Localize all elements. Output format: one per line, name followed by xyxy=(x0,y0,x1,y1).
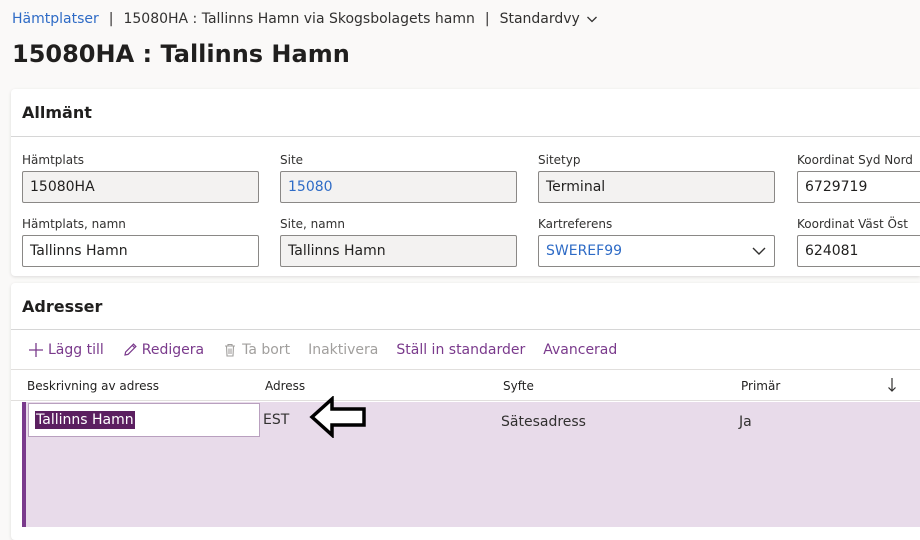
set-default-button[interactable]: Ställ in standarder xyxy=(396,342,525,358)
sitetyp-input[interactable]: Terminal xyxy=(538,171,775,203)
general-section-header[interactable]: Allmänt xyxy=(11,89,920,137)
site-label: Site xyxy=(280,153,304,167)
koordinat-vast-ost-label: Koordinat Väst Öst xyxy=(797,217,908,231)
koordinat-vast-ost-input[interactable]: 624081 xyxy=(797,235,920,267)
kartreferens-label: Kartreferens xyxy=(538,217,613,231)
breadcrumb: Hämtplatser | 15080HA : Tallinns Hamn vi… xyxy=(12,9,598,29)
primary-cell[interactable]: Ja xyxy=(739,414,752,430)
site-input[interactable]: 15080 xyxy=(280,171,517,203)
koordinat-syd-nord-label: Koordinat Syd Nord xyxy=(797,153,913,167)
addresses-grid-header: Beskrivning av adress Adress Syfte Primä… xyxy=(11,369,920,401)
add-icon xyxy=(29,343,43,357)
hamtplats-namn-input[interactable]: Tallinns Hamn xyxy=(22,235,259,267)
breadcrumb-separator: | xyxy=(108,11,114,27)
arrow-left-icon xyxy=(309,396,366,438)
sitetyp-field: Sitetyp Terminal xyxy=(538,152,775,203)
view-selector-label: Standardvy xyxy=(499,11,580,27)
advanced-button[interactable]: Avancerad xyxy=(543,342,617,358)
chevron-down-icon xyxy=(586,16,597,23)
kartreferens-dropdown[interactable]: SWEREF99 xyxy=(538,235,775,267)
hamtplats-label: Hämtplats xyxy=(22,153,85,167)
sitetyp-label: Sitetyp xyxy=(538,153,581,167)
hamtplats-input[interactable]: 15080HA xyxy=(22,171,259,203)
breadcrumb-link-hamtplatser[interactable]: Hämtplatser xyxy=(12,11,99,27)
site-namn-input[interactable]: Tallinns Hamn xyxy=(280,235,517,267)
hamtplats-namn-field: Hämtplats, namn Tallinns Hamn xyxy=(22,216,259,267)
site-namn-label: Site, namn xyxy=(280,217,345,231)
koordinat-syd-nord-input[interactable]: 6729719 xyxy=(797,171,920,203)
kartreferens-field: Kartreferens SWEREF99 xyxy=(538,216,775,267)
column-header-purpose[interactable]: Syfte xyxy=(503,379,534,393)
koordinat-syd-nord-field: Koordinat Syd Nord 6729719 xyxy=(797,152,920,203)
set-default-button-label: Ställ in standarder xyxy=(396,342,526,358)
advanced-button-label: Avancerad xyxy=(543,342,618,358)
deactivate-button[interactable]: Inaktivera xyxy=(308,342,378,358)
edit-button-label: Redigera xyxy=(141,342,205,358)
edit-button[interactable]: Redigera xyxy=(122,342,204,358)
delete-icon xyxy=(225,343,236,357)
add-button-label: Lägg till xyxy=(48,342,104,358)
addresses-section-header[interactable]: Adresser xyxy=(11,283,920,330)
hamtplats-namn-label: Hämtplats, namn xyxy=(22,217,126,231)
delete-button[interactable]: Ta bort xyxy=(222,342,290,358)
sort-down-icon[interactable] xyxy=(887,377,897,393)
site-namn-field: Site, namn Tallinns Hamn xyxy=(280,216,517,267)
column-header-address[interactable]: Adress xyxy=(265,379,305,393)
addresses-section: Adresser Lägg till Redigera Ta bort Inak… xyxy=(11,283,920,540)
deactivate-button-label: Inaktivera xyxy=(308,342,379,358)
breadcrumb-current: 15080HA : Tallinns Hamn via Skogsbolaget… xyxy=(123,11,475,27)
add-button[interactable]: Lägg till xyxy=(28,342,104,358)
column-header-primary[interactable]: Primär xyxy=(741,379,780,393)
edit-icon xyxy=(124,343,137,356)
purpose-cell[interactable]: Sätesadress xyxy=(501,414,586,430)
address-cell[interactable]: EST xyxy=(263,412,289,428)
hamtplats-field: Hämtplats 15080HA xyxy=(22,152,259,203)
delete-button-label: Ta bort xyxy=(242,342,291,358)
breadcrumb-separator: | xyxy=(484,11,490,27)
kartreferens-value: SWEREF99 xyxy=(546,243,623,259)
chevron-down-icon[interactable] xyxy=(752,246,766,256)
table-row[interactable]: Tallinns Hamn EST Sätesadress Ja xyxy=(22,402,920,527)
description-cell-value: Tallinns Hamn xyxy=(35,411,135,429)
general-section: Allmänt Hämtplats 15080HA Site 15080 Sit… xyxy=(11,89,920,276)
description-cell-input[interactable]: Tallinns Hamn xyxy=(28,403,260,437)
koordinat-vast-ost-field: Koordinat Väst Öst 624081 xyxy=(797,216,920,267)
site-field: Site 15080 xyxy=(280,152,517,203)
addresses-toolbar: Lägg till Redigera Ta bort Inaktivera St… xyxy=(28,339,635,361)
page-title: 15080HA : Tallinns Hamn xyxy=(12,40,350,68)
view-selector[interactable]: Standardvy xyxy=(500,11,598,27)
column-header-description[interactable]: Beskrivning av adress xyxy=(27,379,159,393)
